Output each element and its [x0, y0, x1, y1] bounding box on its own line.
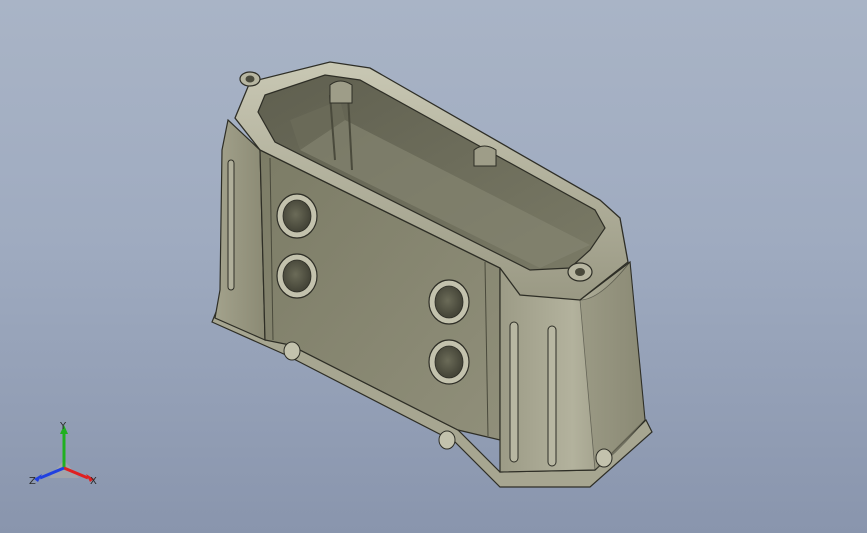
gland-hole-4	[428, 339, 470, 385]
flange-boss-1	[283, 341, 301, 361]
3d-viewport[interactable]: Y X Z	[0, 0, 867, 533]
mounting-lug-right	[567, 262, 593, 282]
left-end-wall	[214, 118, 266, 341]
enclosure-model[interactable]	[0, 0, 867, 533]
gland-hole-3	[428, 279, 470, 325]
gland-hole-1	[276, 193, 318, 239]
mounting-lug-left	[239, 71, 261, 87]
x-axis-label: X	[90, 476, 97, 487]
y-axis-label: Y	[60, 421, 67, 432]
gland-hole-2	[276, 253, 318, 299]
z-axis-label: Z	[29, 476, 36, 487]
flange-boss-3	[595, 448, 613, 468]
flange-boss-2	[438, 430, 456, 450]
vent-slots-left	[227, 159, 235, 291]
